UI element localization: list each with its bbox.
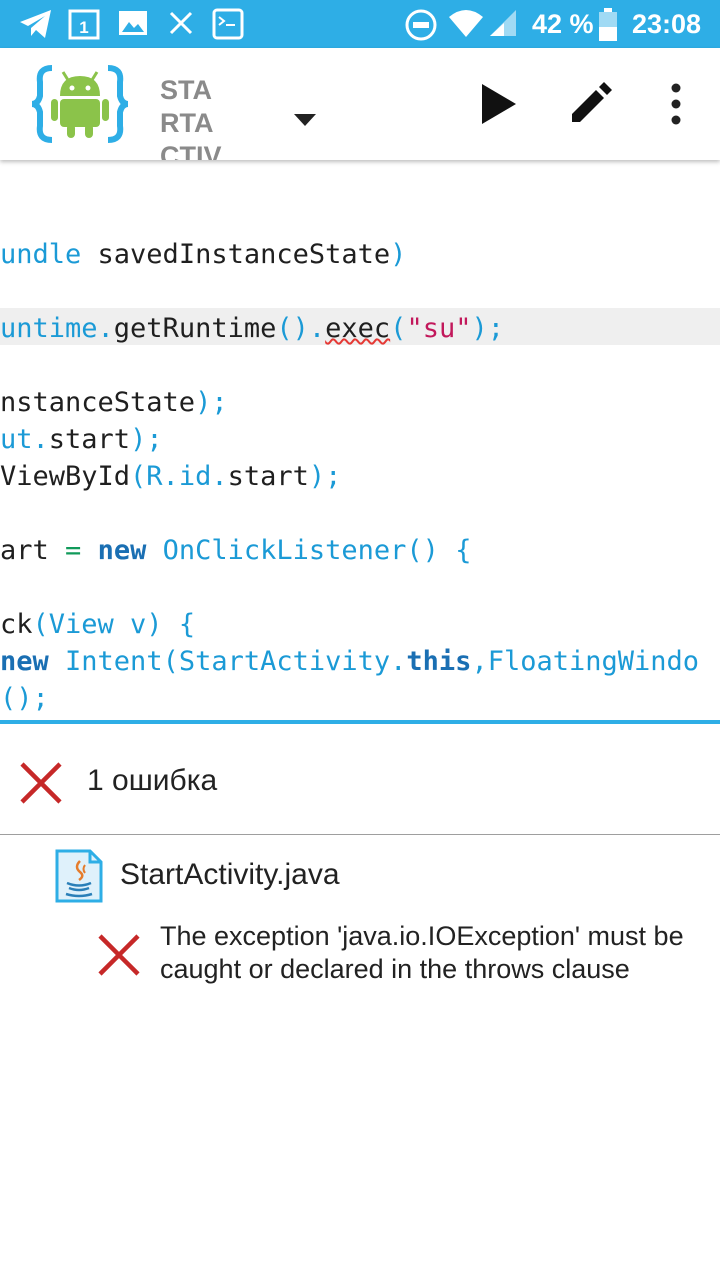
edit-icon[interactable] (568, 80, 614, 126)
java-file-icon (55, 849, 103, 903)
code-line: (); (0, 683, 49, 714)
wifi-icon (449, 10, 483, 37)
error-message-item[interactable]: The exception 'java.io.IOException' must… (0, 918, 720, 998)
error-underline: exec (325, 313, 391, 344)
code-line: nstanceState); (0, 387, 228, 418)
image-icon (119, 11, 147, 35)
app-logo-icon[interactable] (30, 62, 130, 146)
run-icon[interactable] (478, 82, 518, 126)
dropdown-arrow-icon[interactable] (294, 114, 316, 126)
error-message-text: The exception 'java.io.IOException' must… (160, 921, 684, 984)
error-file-entry[interactable]: StartActivity.java (0, 840, 720, 910)
code-line: ck(View v) { (0, 609, 196, 640)
divider (0, 834, 720, 835)
more-vert-icon[interactable] (664, 82, 688, 126)
code-line: untime.getRuntime().exec("su"); (0, 313, 504, 344)
code-line: ViewById(R.id.start); (0, 461, 342, 492)
battery-icon (599, 8, 617, 41)
error-file-name: StartActivity.java (120, 858, 340, 891)
battery-percentage: 42 % (532, 9, 594, 39)
errors-summary[interactable]: 1 ошибка (0, 724, 720, 834)
app-toolbar: STARTACTIV (0, 48, 720, 160)
error-count-label: 1 ошибка (87, 764, 218, 797)
file-title[interactable]: STARTACTIV (160, 74, 230, 160)
do-not-disturb-icon (405, 9, 437, 41)
code-line: ut.start); (0, 424, 163, 455)
code-line: new Intent(StartActivity.this,FloatingWi… (0, 646, 700, 677)
telegram-icon (20, 10, 51, 38)
terminal-icon (212, 8, 244, 40)
status-bar: 1 42 % 23:08 (0, 0, 720, 48)
code-line: undle savedInstanceState) (0, 239, 407, 270)
clock: 23:08 (632, 9, 702, 39)
error-icon (98, 934, 140, 976)
code-editor[interactable]: undle savedInstanceState) untime.getRunt… (0, 160, 720, 720)
calendar-day-text: 1 (79, 18, 88, 37)
signal-icon (490, 10, 516, 36)
calendar-icon: 1 (68, 9, 100, 40)
close-icon (169, 11, 193, 35)
code-line: art = new OnClickListener() { (0, 535, 472, 566)
error-icon (20, 762, 62, 804)
